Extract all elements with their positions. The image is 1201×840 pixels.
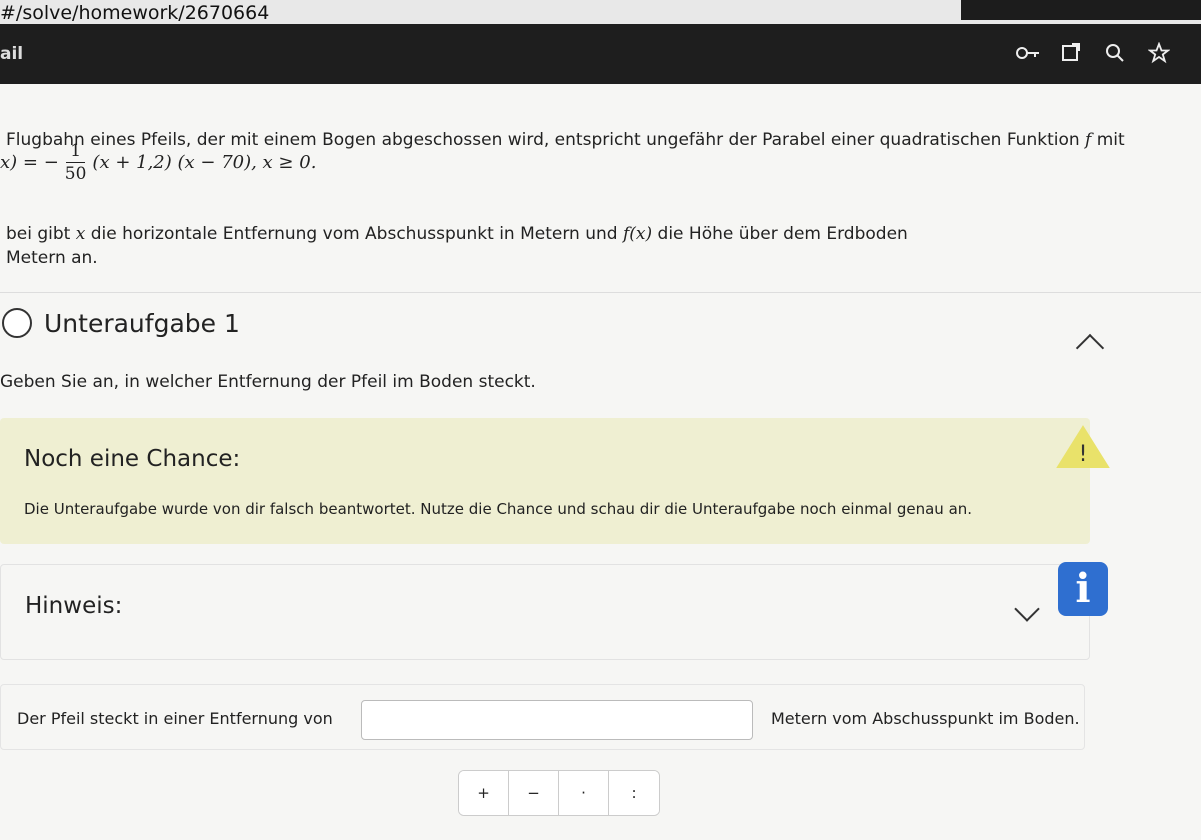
star-icon[interactable] bbox=[1147, 41, 1171, 64]
toolbar-icons bbox=[1015, 41, 1171, 64]
task-description: bei gibt x die horizontale Entfernung vo… bbox=[6, 222, 908, 270]
warning-icon: ! bbox=[1055, 424, 1111, 470]
answer-row: Der Pfeil steckt in einer Entfernung von… bbox=[0, 684, 1085, 750]
divide-button[interactable]: : bbox=[609, 771, 659, 815]
formula-left: x) = − bbox=[0, 152, 59, 173]
subtask-title: Unteraufgabe 1 bbox=[44, 308, 240, 338]
answer-input[interactable] bbox=[361, 700, 753, 740]
hint-title: Hinweis: bbox=[25, 593, 123, 619]
plus-button[interactable]: + bbox=[459, 771, 509, 815]
desc-text-b: die horizontale Entfernung vom Abschussp… bbox=[90, 224, 618, 244]
refresh-icon[interactable] bbox=[1059, 42, 1083, 64]
url-text[interactable]: #/solve/homework/2670664 bbox=[0, 2, 269, 24]
key-icon[interactable] bbox=[1015, 42, 1039, 64]
chance-panel: Noch eine Chance: Die Unteraufgabe wurde… bbox=[0, 418, 1090, 544]
chance-text: Die Unteraufgabe wurde von dir falsch be… bbox=[24, 500, 973, 518]
desc-text-c: die Höhe über dem Erdboden bbox=[657, 224, 908, 244]
formula-right: (x + 1,2) (x − 70), x ≥ 0. bbox=[92, 152, 317, 173]
browser-toolbar: ail bbox=[0, 24, 1201, 84]
intro-tail: mit bbox=[1096, 130, 1125, 150]
operator-toolbar: + − · : bbox=[458, 770, 660, 816]
subtask-question: Geben Sie an, in welcher Entfernung der … bbox=[0, 372, 536, 392]
chance-title: Noch eine Chance: bbox=[24, 446, 241, 472]
intro-variable: f bbox=[1085, 130, 1092, 150]
warning-symbol: ! bbox=[1079, 442, 1088, 467]
toolbar-label: ail bbox=[0, 44, 24, 64]
description-line-1: bei gibt x die horizontale Entfernung vo… bbox=[6, 222, 908, 246]
answer-prefix: Der Pfeil steckt in einer Entfernung von bbox=[17, 709, 333, 728]
hint-panel[interactable]: Hinweis: bbox=[0, 564, 1090, 660]
desc-variable: x bbox=[75, 224, 86, 244]
description-line-2: Metern an. bbox=[6, 248, 98, 268]
section-divider bbox=[0, 292, 1201, 293]
answer-suffix: Metern vom Abschusspunkt im Boden. bbox=[771, 709, 1080, 728]
fraction-numerator: 1 bbox=[66, 140, 86, 163]
multiply-button[interactable]: · bbox=[559, 771, 609, 815]
tab-strip bbox=[961, 0, 1201, 20]
subtask-status-radio[interactable] bbox=[2, 308, 32, 338]
formula-fraction: 1 50 bbox=[65, 140, 87, 185]
fraction-denominator: 50 bbox=[64, 164, 87, 184]
desc-function: f(x) bbox=[622, 224, 653, 244]
desc-text-a: bei gibt bbox=[6, 224, 71, 244]
subtask-header[interactable]: Unteraufgabe 1 bbox=[0, 308, 240, 338]
function-formula: x) = − 1 50 (x + 1,2) (x − 70), x ≥ 0. bbox=[0, 140, 316, 185]
info-icon: i bbox=[1058, 562, 1108, 616]
search-icon[interactable] bbox=[1103, 42, 1127, 64]
minus-button[interactable]: − bbox=[509, 771, 559, 815]
